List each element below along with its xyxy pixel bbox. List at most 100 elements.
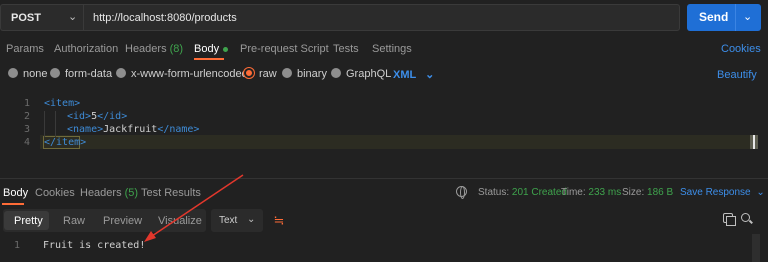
view-preview[interactable]: Preview bbox=[103, 215, 142, 227]
size-label: Size: bbox=[622, 187, 645, 198]
radio-form-data[interactable]: form-data bbox=[50, 68, 112, 82]
tab-settings[interactable]: Settings bbox=[372, 43, 412, 55]
line-number: 1 bbox=[13, 240, 20, 251]
body-type-radios: none form-data x-www-form-urlencoded raw… bbox=[0, 64, 768, 86]
code-line-2: <id>5</id> bbox=[67, 111, 127, 122]
url-text: http://localhost:8080/products bbox=[93, 12, 237, 24]
raw-format-label: XML bbox=[393, 69, 417, 81]
line-number: 4 bbox=[23, 137, 30, 148]
status-meta[interactable]: Status: 201 Created bbox=[478, 187, 567, 198]
chevron-down-icon: ⌄ bbox=[68, 11, 78, 23]
raw-format-select[interactable]: XML ⌄ bbox=[393, 68, 434, 81]
globe-icon[interactable] bbox=[456, 186, 467, 199]
save-response-label: Save Response bbox=[680, 187, 751, 198]
method-label: POST bbox=[11, 12, 41, 24]
editor-cursor-marker bbox=[753, 135, 755, 149]
time-value: 233 ms bbox=[588, 187, 622, 198]
url-input[interactable]: http://localhost:8080/products bbox=[83, 4, 680, 31]
chevron-down-icon: ⌄ bbox=[247, 214, 256, 225]
xml-tag: </item> bbox=[44, 137, 87, 148]
tab-pre-request-script[interactable]: Pre-request Script bbox=[240, 43, 329, 55]
response-scrollbar[interactable] bbox=[752, 234, 760, 262]
indent-guide bbox=[55, 111, 56, 137]
chevron-down-icon[interactable]: ⌄ bbox=[743, 10, 752, 23]
tab-tests[interactable]: Tests bbox=[333, 43, 359, 55]
request-tabs: Params Authorization Headers (8) Body Pr… bbox=[0, 37, 768, 61]
view-visualize[interactable]: Visualize bbox=[158, 215, 202, 227]
beautify-link[interactable]: Beautify bbox=[717, 69, 757, 81]
xml-tag: <item> bbox=[44, 98, 81, 109]
tab-body-label: Body bbox=[194, 43, 220, 55]
radio-label: x-www-form-urlencoded bbox=[131, 68, 248, 80]
time-meta[interactable]: Time: 233 ms bbox=[561, 187, 621, 198]
radio-circle bbox=[50, 68, 60, 78]
radio-graphql[interactable]: GraphQL bbox=[331, 68, 391, 82]
tab-headers-count: (8) bbox=[169, 43, 184, 55]
search-icon[interactable] bbox=[741, 213, 750, 222]
active-tab-underline bbox=[2, 203, 24, 205]
response-body-text: Fruit is created! bbox=[43, 240, 146, 251]
request-body-editor[interactable]: 1 2 3 4 <item> <id>5</id> <name>Jackfrui… bbox=[0, 92, 768, 154]
chevron-down-icon: ⌄ bbox=[756, 187, 765, 198]
code-line-3: <name>Jackfruit</name> bbox=[67, 124, 199, 135]
send-divider bbox=[735, 4, 736, 31]
method-select[interactable]: POST ⌄ bbox=[0, 4, 83, 31]
radio-label: none bbox=[23, 68, 48, 80]
radio-circle-selected bbox=[244, 68, 254, 78]
radio-label: GraphQL bbox=[346, 68, 392, 80]
annotation-arrow-head bbox=[144, 231, 156, 242]
tab-body[interactable]: Body bbox=[194, 43, 229, 55]
request-bar: POST ⌄ http://localhost:8080/products Se… bbox=[0, 0, 768, 37]
xml-tag: </id> bbox=[97, 111, 128, 122]
size-value: 186 B bbox=[647, 187, 674, 198]
tab-headers[interactable]: Headers (8) bbox=[125, 43, 183, 55]
body-indicator-dot bbox=[223, 46, 229, 52]
view-pretty[interactable]: Pretty bbox=[14, 215, 43, 227]
tab-response-cookies[interactable]: Cookies bbox=[35, 187, 75, 199]
response-format-select[interactable]: Text ⌄ bbox=[211, 209, 263, 232]
tab-response-headers-count: (5) bbox=[124, 187, 139, 199]
view-raw[interactable]: Raw bbox=[63, 215, 85, 227]
cookies-link[interactable]: Cookies bbox=[721, 43, 761, 55]
tab-response-headers-label: Headers bbox=[80, 187, 122, 199]
radio-circle bbox=[282, 68, 292, 78]
time-label: Time: bbox=[561, 187, 586, 198]
code-line-1: <item> bbox=[44, 98, 80, 109]
line-number: 3 bbox=[23, 124, 30, 135]
tab-response-body[interactable]: Body bbox=[3, 187, 28, 199]
tab-authorization[interactable]: Authorization bbox=[54, 43, 118, 55]
xml-tag: <id> bbox=[67, 111, 92, 122]
xml-tag: </name> bbox=[157, 124, 200, 135]
save-response-button[interactable]: Save Response ⌄ bbox=[680, 187, 765, 198]
tab-test-results[interactable]: Test Results bbox=[141, 187, 201, 199]
radio-circle bbox=[8, 68, 18, 78]
code-line-4: </item> bbox=[44, 137, 86, 148]
active-tab-underline bbox=[194, 58, 224, 60]
radio-circle bbox=[331, 68, 341, 78]
radio-circle bbox=[116, 68, 126, 78]
xml-tag: <name> bbox=[67, 124, 104, 135]
radio-none[interactable]: none bbox=[8, 68, 47, 82]
radio-binary[interactable]: binary bbox=[282, 68, 327, 82]
indent-guide bbox=[44, 111, 45, 137]
chevron-down-icon: ⌄ bbox=[425, 69, 435, 81]
response-format-label: Text bbox=[219, 215, 238, 226]
wrap-lines-icon[interactable]: ≒ bbox=[268, 211, 290, 230]
status-label: Status: bbox=[478, 187, 510, 198]
tab-response-headers[interactable]: Headers (5) bbox=[80, 187, 138, 199]
xml-text: Jackfruit bbox=[103, 124, 158, 135]
copy-icon[interactable] bbox=[723, 213, 736, 226]
size-meta[interactable]: Size: 186 B bbox=[622, 187, 673, 198]
line-number: 2 bbox=[23, 111, 30, 122]
tab-headers-label: Headers bbox=[125, 43, 167, 55]
send-button[interactable]: Send ⌄ bbox=[687, 4, 761, 31]
send-label: Send bbox=[699, 10, 729, 24]
radio-x-www-form-urlencoded[interactable]: x-www-form-urlencoded bbox=[116, 68, 248, 82]
radio-raw[interactable]: raw bbox=[244, 68, 277, 82]
radio-label: form-data bbox=[65, 68, 113, 80]
status-value: 201 Created bbox=[511, 187, 567, 198]
tab-params[interactable]: Params bbox=[6, 43, 44, 55]
radio-label: raw bbox=[259, 68, 277, 80]
line-number: 1 bbox=[23, 98, 30, 109]
radio-label: binary bbox=[297, 68, 327, 80]
